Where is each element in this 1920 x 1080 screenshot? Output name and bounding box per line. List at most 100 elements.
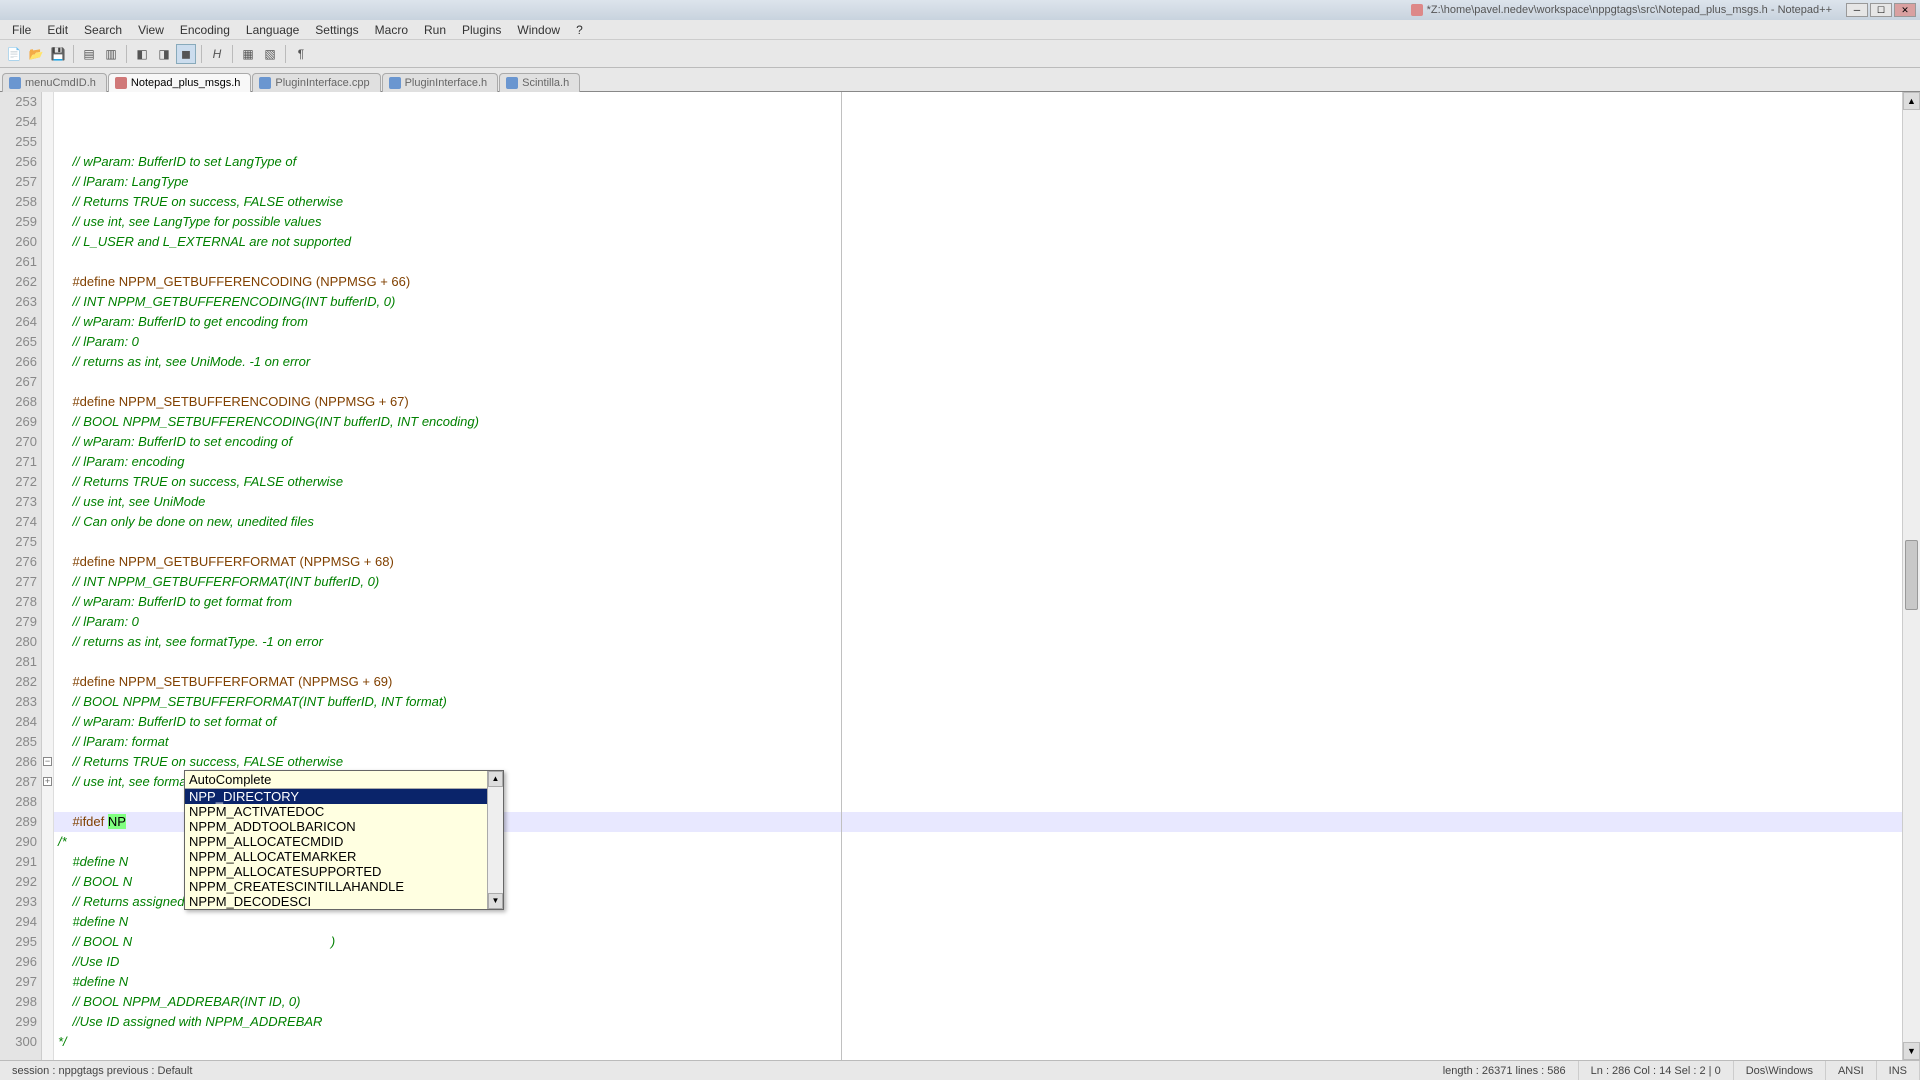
code-line[interactable]: // Returns TRUE on success, FALSE otherw… [54,472,1902,492]
code-line[interactable]: #define NPPM_SETBUFFERENCODING (NPPMSG +… [54,392,1902,412]
scroll-thumb[interactable] [1905,540,1918,610]
line-number: 287 [0,772,37,792]
code-line[interactable]: // Returns TRUE on success, FALSE otherw… [54,192,1902,212]
code-line[interactable]: // wParam: BufferID to get format from [54,592,1902,612]
new-file-icon[interactable]: 📄 [4,44,24,64]
tb-icon-4[interactable]: ◨ [154,44,174,64]
code-line[interactable]: #define NPPM_SETBUFFERFORMAT (NPPMSG + 6… [54,672,1902,692]
code-line[interactable]: // lParam: encoding [54,452,1902,472]
code-line[interactable]: //Use ID assigned with NPPM_ADDREBAR [54,1012,1902,1032]
code-line[interactable]: // L_USER and L_EXTERNAL are not support… [54,232,1902,252]
menu-search[interactable]: Search [76,21,130,39]
menu-run[interactable]: Run [416,21,454,39]
code-line[interactable] [54,532,1902,552]
code-line[interactable]: // use int, see UniMode [54,492,1902,512]
tab-label: menuCmdID.h [25,77,96,89]
code-line[interactable]: // Returns TRUE on success, FALSE otherw… [54,752,1902,772]
menu-settings[interactable]: Settings [307,21,366,39]
autocomplete-item[interactable]: NPPM_ACTIVATEDOC [185,804,487,819]
code-line[interactable]: #define NPPM_GETBUFFERFORMAT (NPPMSG + 6… [54,552,1902,572]
menu-view[interactable]: View [130,21,172,39]
scroll-up-icon[interactable]: ▲ [1903,92,1920,110]
code-line[interactable]: // returns as int, see UniMode. -1 on er… [54,352,1902,372]
code-line[interactable]: // Can only be done on new, unedited fil… [54,512,1902,532]
tab-menucmdid-h[interactable]: menuCmdID.h [2,73,107,92]
code-line[interactable] [54,252,1902,272]
code-line[interactable]: // INT NPPM_GETBUFFERFORMAT(INT bufferID… [54,572,1902,592]
code-line[interactable]: #define NPPM_GETBUFFERENCODING (NPPMSG +… [54,272,1902,292]
tb-icon-7[interactable]: ▧ [260,44,280,64]
code-line[interactable]: // lParam: LangType [54,172,1902,192]
autocomplete-item[interactable]: NPPM_ALLOCATEMARKER [185,849,487,864]
status-bar: session : nppgtags previous : Default le… [0,1060,1920,1080]
code-line[interactable]: */ [54,1032,1902,1052]
code-line[interactable]: // wParam: BufferID to set encoding of [54,432,1902,452]
tab-notepad_plus_msgs-h[interactable]: Notepad_plus_msgs.h [108,73,251,92]
tab-plugininterface-h[interactable]: PluginInterface.h [382,73,499,92]
code-line[interactable]: #define N [54,912,1902,932]
menu-window[interactable]: Window [509,21,568,39]
tb-icon-h[interactable]: H [207,44,227,64]
tb-icon-6[interactable]: ▦ [238,44,258,64]
code-line[interactable]: // wParam: BufferID to set LangType of [54,152,1902,172]
line-number: 299 [0,1012,37,1032]
code-line[interactable]: #define N [54,972,1902,992]
code-line[interactable] [54,652,1902,672]
toolbar-separator [285,45,286,63]
menu-language[interactable]: Language [238,21,307,39]
fold-plus-icon[interactable]: + [43,777,52,786]
close-button[interactable]: ✕ [1894,3,1916,17]
autocomplete-item[interactable]: NPPM_CREATESCINTILLAHANDLE [185,879,487,894]
tb-icon-2[interactable]: ▥ [101,44,121,64]
menu-file[interactable]: File [4,21,39,39]
minimize-button[interactable]: ─ [1846,3,1868,17]
autocomplete-item[interactable]: NPPM_ALLOCATECMDID [185,834,487,849]
autocomplete-item[interactable]: NPP_DIRECTORY [185,789,487,804]
save-file-icon[interactable]: 💾 [48,44,68,64]
code-line[interactable] [54,1052,1902,1060]
autocomplete-item[interactable]: NPPM_ALLOCATESUPPORTED [185,864,487,879]
code-line[interactable]: // BOOL N ) [54,932,1902,952]
code-line[interactable]: // wParam: BufferID to set format of [54,712,1902,732]
scroll-down-icon[interactable]: ▼ [1903,1042,1920,1060]
tb-icon-3[interactable]: ◧ [132,44,152,64]
tb-icon-8[interactable]: ¶ [291,44,311,64]
code-line[interactable]: // BOOL NPPM_ADDREBAR(INT ID, 0) [54,992,1902,1012]
autocomplete-popup[interactable]: AutoComplete NPP_DIRECTORYNPPM_ACTIVATED… [184,770,504,910]
scroll-down-icon[interactable]: ▼ [488,893,503,909]
tb-icon-5[interactable]: ◼ [176,44,196,64]
fold-minus-icon[interactable]: − [43,757,52,766]
code-line[interactable]: // returns as int, see formatType. -1 on… [54,632,1902,652]
code-line[interactable]: // use int, see LangType for possible va… [54,212,1902,232]
menu-help[interactable]: ? [568,21,591,39]
code-line[interactable]: // lParam: 0 [54,332,1902,352]
scroll-track[interactable] [1903,110,1920,1042]
vertical-scrollbar[interactable]: ▲ ▼ [1902,92,1920,1060]
line-number: 277 [0,572,37,592]
code-line[interactable]: // wParam: BufferID to get encoding from [54,312,1902,332]
tab-scintilla-h[interactable]: Scintilla.h [499,73,580,92]
code-line[interactable] [54,372,1902,392]
menu-encoding[interactable]: Encoding [172,21,238,39]
line-number: 256 [0,152,37,172]
maximize-button[interactable]: ☐ [1870,3,1892,17]
menu-macro[interactable]: Macro [367,21,416,39]
autocomplete-item[interactable]: NPPM_ADDTOOLBARICON [185,819,487,834]
code-line[interactable]: // INT NPPM_GETBUFFERENCODING(INT buffer… [54,292,1902,312]
tb-icon-1[interactable]: ▤ [79,44,99,64]
code-area[interactable]: // wParam: BufferID to set LangType of /… [54,92,1902,1060]
code-line[interactable]: // BOOL NPPM_SETBUFFERENCODING(INT buffe… [54,412,1902,432]
code-line[interactable]: // BOOL NPPM_SETBUFFERFORMAT(INT bufferI… [54,692,1902,712]
code-line[interactable]: // lParam: 0 [54,612,1902,632]
tab-plugininterface-cpp[interactable]: PluginInterface.cpp [252,73,380,92]
autocomplete-scrollbar[interactable]: ▲ ▼ [487,771,503,909]
line-number: 274 [0,512,37,532]
open-file-icon[interactable]: 📂 [26,44,46,64]
menu-plugins[interactable]: Plugins [454,21,509,39]
line-number: 268 [0,392,37,412]
menu-edit[interactable]: Edit [39,21,76,39]
code-line[interactable]: //Use ID [54,952,1902,972]
scroll-up-icon[interactable]: ▲ [488,771,503,787]
code-line[interactable]: // lParam: format [54,732,1902,752]
autocomplete-item[interactable]: NPPM_DECODESCI [185,894,487,909]
